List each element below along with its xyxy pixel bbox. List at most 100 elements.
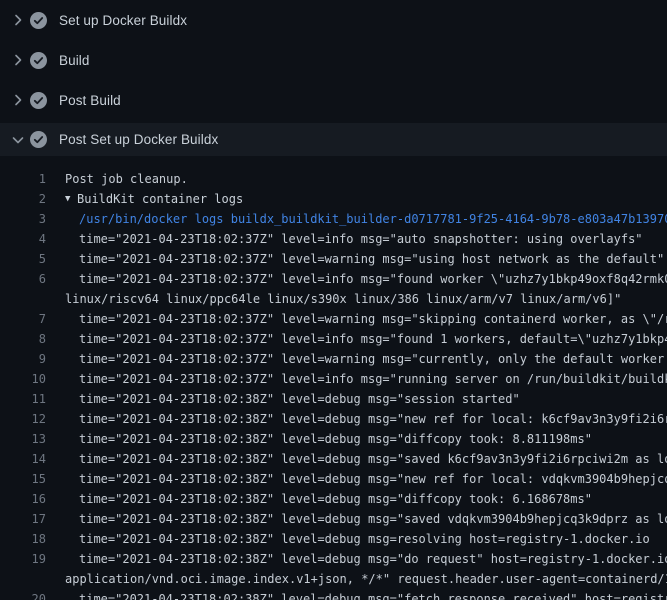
log-text: time="2021-04-23T18:02:37Z" level=warnin… — [46, 309, 667, 329]
log-text: time="2021-04-23T18:02:38Z" level=debug … — [46, 389, 520, 409]
log-line-continuation: application/vnd.oci.image.index.v1+json,… — [0, 569, 667, 589]
log-line: 19 time="2021-04-23T18:02:38Z" level=debu… — [0, 549, 667, 569]
log-text-content: time="2021-04-23T18:02:38Z" level=debug … — [79, 529, 650, 549]
log-line: 9 time="2021-04-23T18:02:37Z" level=warni… — [0, 349, 667, 369]
log-line: 11 time="2021-04-23T18:02:38Z" level=debu… — [0, 389, 667, 409]
log-text: time="2021-04-23T18:02:37Z" level=info m… — [46, 329, 667, 349]
line-number[interactable]: 19 — [0, 549, 46, 569]
log-group-title: ▼BuildKit container logs — [46, 189, 243, 209]
log-command-text: /usr/bin/docker logs buildx_buildkit_bui… — [46, 209, 667, 229]
line-number[interactable]: 14 — [0, 449, 46, 469]
line-number[interactable]: 15 — [0, 469, 46, 489]
line-number[interactable]: 6 — [0, 269, 46, 289]
log-text-content: time="2021-04-23T18:02:38Z" level=debug … — [79, 489, 592, 509]
log-line: 7 time="2021-04-23T18:02:37Z" level=warni… — [0, 309, 667, 329]
log-text-content: time="2021-04-23T18:02:37Z" level=info m… — [79, 369, 667, 389]
log-line: 1Post job cleanup. — [0, 169, 667, 189]
log-line: 6 time="2021-04-23T18:02:37Z" level=info … — [0, 269, 667, 289]
line-number[interactable]: 4 — [0, 229, 46, 249]
log-line: 5 time="2021-04-23T18:02:37Z" level=warni… — [0, 249, 667, 269]
log-text: time="2021-04-23T18:02:38Z" level=debug … — [46, 589, 667, 600]
log-text: time="2021-04-23T18:02:38Z" level=debug … — [46, 509, 667, 529]
actions-log-viewer: Set up Docker Buildx Build Post Build Post … — [0, 0, 667, 600]
chevron-right-icon — [10, 92, 26, 108]
check-circle-icon — [30, 52, 47, 69]
steps-list: Set up Docker Buildx Build Post Build Post … — [0, 0, 667, 156]
log-text-content: time="2021-04-23T18:02:38Z" level=debug … — [79, 469, 667, 489]
log-line: 3/usr/bin/docker logs buildx_buildkit_bu… — [0, 209, 667, 229]
log-line: 16 time="2021-04-23T18:02:38Z" level=debu… — [0, 489, 667, 509]
line-number — [0, 569, 46, 589]
log-text: time="2021-04-23T18:02:38Z" level=debug … — [46, 469, 667, 489]
log-line: 18 time="2021-04-23T18:02:38Z" level=debu… — [0, 529, 667, 549]
check-circle-icon — [30, 92, 47, 109]
log-text: linux/riscv64 linux/ppc64le linux/s390x … — [46, 289, 621, 309]
step-header-set-up-docker-buildx[interactable]: Set up Docker Buildx — [0, 0, 667, 40]
line-number[interactable]: 9 — [0, 349, 46, 369]
log-text: application/vnd.oci.image.index.v1+json,… — [46, 569, 667, 589]
line-number[interactable]: 3 — [0, 209, 46, 229]
line-number[interactable]: 20 — [0, 589, 46, 600]
line-number[interactable]: 18 — [0, 529, 46, 549]
log-text-content: time="2021-04-23T18:02:38Z" level=debug … — [79, 549, 667, 569]
line-number[interactable]: 8 — [0, 329, 46, 349]
line-number[interactable]: 13 — [0, 429, 46, 449]
log-text-content: BuildKit container logs — [77, 189, 243, 209]
log-text-content: time="2021-04-23T18:02:37Z" level=warnin… — [79, 309, 667, 329]
line-number[interactable]: 11 — [0, 389, 46, 409]
step-header-post-set-up-docker-buildx[interactable]: Post Set up Docker Buildx — [0, 123, 667, 156]
log-area: 1Post job cleanup.2▼BuildKit container l… — [0, 156, 667, 600]
log-text-content: time="2021-04-23T18:02:37Z" level=warnin… — [79, 349, 667, 369]
log-text-content: /usr/bin/docker logs buildx_buildkit_bui… — [79, 209, 667, 229]
log-text-content: time="2021-04-23T18:02:38Z" level=debug … — [79, 429, 592, 449]
triangle-down-icon[interactable]: ▼ — [65, 189, 77, 209]
log-text: time="2021-04-23T18:02:38Z" level=debug … — [46, 449, 667, 469]
line-number[interactable]: 5 — [0, 249, 46, 269]
line-number[interactable]: 7 — [0, 309, 46, 329]
line-number — [0, 289, 46, 309]
log-text: time="2021-04-23T18:02:37Z" level=info m… — [46, 229, 643, 249]
log-line: 20 time="2021-04-23T18:02:38Z" level=debu… — [0, 589, 667, 600]
step-header-build[interactable]: Build — [0, 40, 667, 80]
log-text-content: time="2021-04-23T18:02:38Z" level=debug … — [79, 409, 667, 429]
log-text-content: time="2021-04-23T18:02:38Z" level=debug … — [79, 509, 667, 529]
log-line: 15 time="2021-04-23T18:02:38Z" level=debu… — [0, 469, 667, 489]
step-label: Set up Docker Buildx — [59, 13, 187, 28]
step-label: Post Set up Docker Buildx — [59, 132, 218, 147]
line-number[interactable]: 2 — [0, 189, 46, 209]
log-text: Post job cleanup. — [46, 169, 188, 189]
log-line: 4time="2021-04-23T18:02:37Z" level=info … — [0, 229, 667, 249]
log-text: time="2021-04-23T18:02:38Z" level=debug … — [46, 549, 667, 569]
log-line: 8time="2021-04-23T18:02:37Z" level=info … — [0, 329, 667, 349]
log-line: 17 time="2021-04-23T18:02:38Z" level=debu… — [0, 509, 667, 529]
log-text: time="2021-04-23T18:02:37Z" level=info m… — [46, 369, 667, 389]
log-text-content: time="2021-04-23T18:02:38Z" level=debug … — [79, 589, 667, 600]
log-text-content: time="2021-04-23T18:02:37Z" level=info m… — [79, 269, 667, 289]
log-line: 14 time="2021-04-23T18:02:38Z" level=debu… — [0, 449, 667, 469]
chevron-right-icon — [10, 12, 26, 28]
log-text: time="2021-04-23T18:02:38Z" level=debug … — [46, 489, 592, 509]
log-line: 2▼BuildKit container logs — [0, 189, 667, 209]
log-line: 12 time="2021-04-23T18:02:38Z" level=debu… — [0, 409, 667, 429]
step-label: Post Build — [59, 93, 121, 108]
log-text-content: time="2021-04-23T18:02:37Z" level=warnin… — [79, 249, 664, 269]
step-label: Build — [59, 53, 90, 68]
log-text-content: application/vnd.oci.image.index.v1+json,… — [65, 569, 667, 589]
line-number[interactable]: 17 — [0, 509, 46, 529]
log-text: time="2021-04-23T18:02:38Z" level=debug … — [46, 429, 592, 449]
line-number[interactable]: 16 — [0, 489, 46, 509]
step-header-post-build[interactable]: Post Build — [0, 80, 667, 120]
log-line-continuation: linux/riscv64 linux/ppc64le linux/s390x … — [0, 289, 667, 309]
line-number[interactable]: 1 — [0, 169, 46, 189]
log-text-content: time="2021-04-23T18:02:38Z" level=debug … — [79, 389, 520, 409]
log-text: time="2021-04-23T18:02:37Z" level=info m… — [46, 269, 667, 289]
log-text-content: linux/riscv64 linux/ppc64le linux/s390x … — [65, 289, 621, 309]
line-number[interactable]: 10 — [0, 369, 46, 389]
log-line: 13 time="2021-04-23T18:02:38Z" level=debu… — [0, 429, 667, 449]
log-text-content: time="2021-04-23T18:02:38Z" level=debug … — [79, 449, 667, 469]
check-circle-icon — [30, 12, 47, 29]
log-text: time="2021-04-23T18:02:38Z" level=debug … — [46, 529, 650, 549]
log-line: 10 time="2021-04-23T18:02:37Z" level=info… — [0, 369, 667, 389]
chevron-right-icon — [10, 52, 26, 68]
line-number[interactable]: 12 — [0, 409, 46, 429]
